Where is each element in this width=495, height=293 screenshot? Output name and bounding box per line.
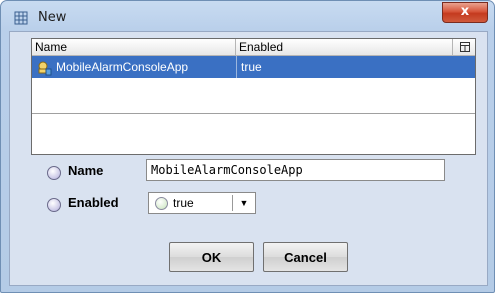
enabled-select[interactable]: true ▼	[148, 192, 256, 214]
ok-button[interactable]: OK	[169, 242, 254, 272]
column-header-name[interactable]: Name	[32, 39, 236, 55]
column-header-enabled[interactable]: Enabled	[237, 39, 453, 55]
window-title: New	[38, 10, 67, 25]
title-bar[interactable]: New x	[1, 1, 494, 31]
table-header: Name Enabled	[32, 39, 475, 56]
enabled-select-value: true	[173, 196, 194, 210]
dialog-window: New x Name Enabled MobileAlarmConsoleApp…	[0, 0, 495, 293]
table-divider	[32, 113, 475, 114]
close-button[interactable]: x	[442, 2, 488, 23]
boolean-radio-icon	[155, 197, 168, 210]
name-radio-icon[interactable]	[47, 166, 61, 180]
property-table[interactable]: Name Enabled MobileAlarmConsoleApp true	[31, 38, 476, 155]
enabled-label: Enabled	[68, 195, 119, 210]
column-chooser-icon[interactable]	[455, 39, 475, 55]
grid-app-icon	[14, 11, 28, 25]
row-name-cell: MobileAlarmConsoleApp	[56, 60, 189, 74]
alarm-app-icon	[38, 61, 52, 76]
close-icon: x	[460, 4, 470, 19]
cancel-button[interactable]: Cancel	[263, 242, 348, 272]
name-label: Name	[68, 163, 104, 178]
table-row[interactable]: MobileAlarmConsoleApp true	[32, 56, 475, 78]
name-field[interactable]	[146, 159, 445, 181]
chevron-down-icon[interactable]: ▼	[235, 194, 253, 212]
enabled-radio-icon[interactable]	[47, 198, 61, 212]
row-enabled-cell: true	[241, 60, 262, 74]
